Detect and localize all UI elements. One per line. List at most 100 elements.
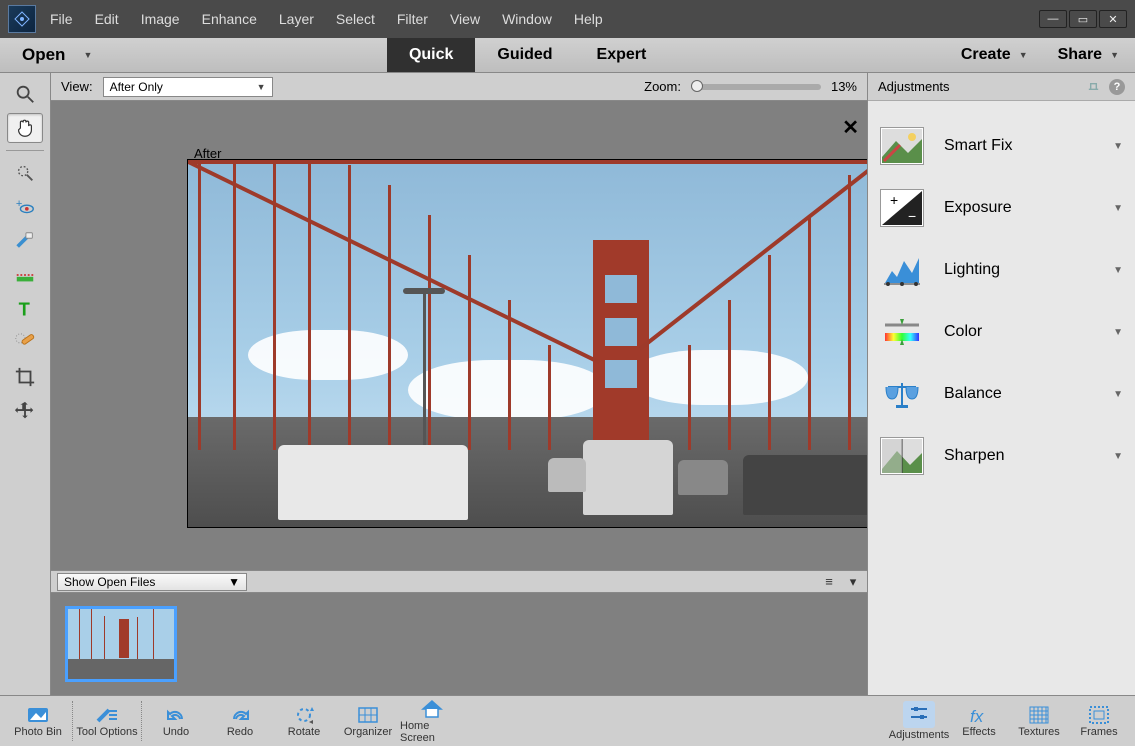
adjustment-smartfix[interactable]: Smart Fix ▼ (868, 115, 1135, 177)
adjustment-color[interactable]: Color ▼ (868, 301, 1135, 363)
tooloptions-button[interactable]: Tool Options (75, 697, 139, 745)
close-document-icon[interactable]: ✕ (842, 115, 859, 140)
menu-select[interactable]: Select (336, 11, 375, 27)
bb-label: Organizer (344, 726, 392, 738)
chevron-down-icon: ▼ (83, 50, 92, 60)
chevron-down-icon: ▼ (257, 82, 266, 92)
adjustment-balance[interactable]: Balance ▼ (868, 363, 1135, 425)
reset-icon[interactable] (1085, 79, 1101, 95)
open-files-bar: Show Open Files ▼ ≡ ▾ (51, 570, 867, 593)
menu-image[interactable]: Image (141, 11, 180, 27)
share-button[interactable]: Share ▼ (1058, 46, 1119, 64)
menu-help[interactable]: Help (574, 11, 603, 27)
move-tool[interactable] (7, 396, 43, 426)
effects-button[interactable]: fx Effects (949, 697, 1009, 745)
redeye-tool[interactable]: + (7, 192, 43, 222)
adjustment-label: Balance (944, 385, 1093, 403)
bb-label: Rotate (288, 726, 320, 738)
tab-quick[interactable]: Quick (387, 38, 475, 72)
type-tool[interactable]: T (7, 294, 43, 324)
bb-label: Adjustments (889, 729, 950, 741)
bb-label: Home Screen (400, 720, 464, 744)
view-options-bar: View: After Only ▼ Zoom: 13% (51, 73, 867, 101)
adjustment-label: Lighting (944, 261, 1093, 279)
maximize-button[interactable]: ▭ (1069, 10, 1097, 28)
whiten-teeth-tool[interactable] (7, 226, 43, 256)
svg-text:−: − (908, 208, 916, 224)
adjustment-sharpen[interactable]: Sharpen ▼ (868, 425, 1135, 487)
toolbox: + T (0, 73, 51, 695)
menu-bar: File Edit Image Enhance Layer Select Fil… (50, 11, 603, 27)
undo-button[interactable]: Undo (144, 697, 208, 745)
svg-text:fx: fx (970, 707, 984, 725)
collapse-icon[interactable]: ▾ (845, 574, 861, 590)
chevron-down-icon: ▼ (1113, 203, 1123, 214)
panel-menu-icon[interactable]: ≡ (821, 574, 837, 590)
svg-text:+: + (890, 192, 898, 208)
view-dropdown[interactable]: After Only ▼ (103, 77, 273, 97)
spot-heal-tool[interactable] (7, 328, 43, 358)
zoom-label: Zoom: (644, 79, 681, 94)
photo-bin (51, 593, 867, 695)
open-button[interactable]: Open ▼ (0, 38, 110, 72)
chevron-down-icon: ▼ (1113, 327, 1123, 338)
bb-label: Undo (163, 726, 189, 738)
zoom-value: 13% (831, 79, 857, 94)
menu-filter[interactable]: Filter (397, 11, 428, 27)
straighten-tool[interactable] (7, 260, 43, 290)
mode-bar: Open ▼ Quick Guided Expert Create ▼ Shar… (0, 38, 1135, 73)
adjustment-label: Exposure (944, 199, 1093, 217)
bb-label: Photo Bin (14, 726, 62, 738)
create-label: Create (961, 46, 1011, 64)
canvas-area: View: After Only ▼ Zoom: 13% After ✕ (51, 73, 867, 695)
tab-expert[interactable]: Expert (575, 38, 669, 72)
zoom-slider[interactable] (691, 84, 821, 90)
menu-file[interactable]: File (50, 11, 73, 27)
menu-view[interactable]: View (450, 11, 480, 27)
photobin-button[interactable]: Photo Bin (6, 697, 70, 745)
adjustments-panel-header: Adjustments ? (868, 73, 1135, 101)
adjustments-title: Adjustments (878, 79, 950, 94)
zoom-slider-thumb[interactable] (691, 80, 703, 92)
titlebar: File Edit Image Enhance Layer Select Fil… (0, 0, 1135, 38)
adjustment-lighting[interactable]: Lighting ▼ (868, 239, 1135, 301)
frames-button[interactable]: Frames (1069, 697, 1129, 745)
svg-text:+: + (16, 198, 22, 210)
chevron-down-icon: ▼ (228, 575, 240, 589)
adjustment-exposure[interactable]: +− Exposure ▼ (868, 177, 1135, 239)
open-files-dropdown-value: Show Open Files (64, 575, 155, 589)
menu-window[interactable]: Window (502, 11, 552, 27)
hand-tool[interactable] (7, 113, 43, 143)
chevron-down-icon: ▼ (1113, 265, 1123, 276)
menu-layer[interactable]: Layer (279, 11, 314, 27)
redo-button[interactable]: Redo (208, 697, 272, 745)
chevron-down-icon: ▼ (1019, 50, 1028, 60)
create-button[interactable]: Create ▼ (961, 46, 1028, 64)
menu-edit[interactable]: Edit (95, 11, 119, 27)
thumbnail[interactable] (65, 606, 177, 682)
tab-guided[interactable]: Guided (475, 38, 574, 72)
zoom-tool[interactable] (7, 79, 43, 109)
view-label: View: (61, 79, 93, 94)
quick-select-tool[interactable] (7, 158, 43, 188)
svg-text:T: T (19, 298, 30, 319)
menu-enhance[interactable]: Enhance (202, 11, 257, 27)
adjustments-button[interactable]: Adjustments (889, 697, 949, 745)
rotate-button[interactable]: Rotate (272, 697, 336, 745)
view-dropdown-value: After Only (110, 80, 163, 94)
minimize-button[interactable]: — (1039, 10, 1067, 28)
open-files-dropdown[interactable]: Show Open Files ▼ (57, 573, 247, 591)
close-button[interactable]: ✕ (1099, 10, 1127, 28)
help-icon[interactable]: ? (1109, 79, 1125, 95)
textures-button[interactable]: Textures (1009, 697, 1069, 745)
canvas[interactable] (187, 159, 867, 528)
homescreen-button[interactable]: Home Screen (400, 697, 464, 745)
bb-label: Frames (1080, 726, 1117, 738)
chevron-down-icon: ▼ (1113, 389, 1123, 400)
organizer-button[interactable]: Organizer (336, 697, 400, 745)
chevron-down-icon: ▼ (1110, 50, 1119, 60)
chevron-down-icon: ▼ (1113, 451, 1123, 462)
mode-tabs: Quick Guided Expert (387, 38, 668, 72)
bb-label: Effects (962, 726, 995, 738)
crop-tool[interactable] (7, 362, 43, 392)
